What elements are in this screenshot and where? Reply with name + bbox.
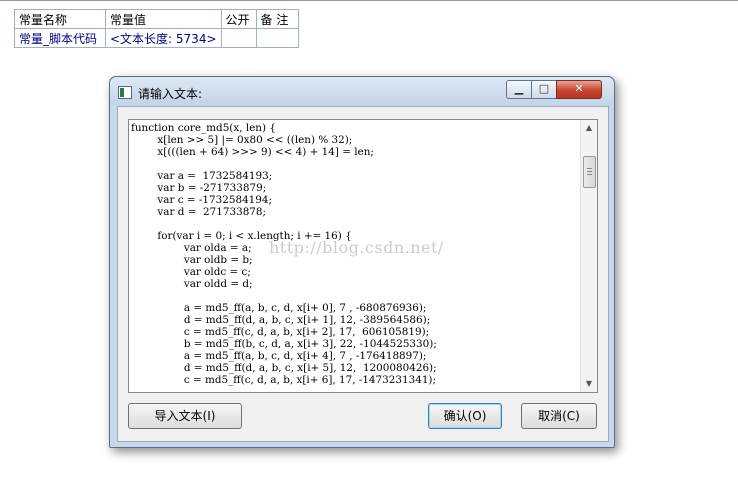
confirm-button[interactable]: 确认(O)	[428, 403, 502, 429]
column-header-name[interactable]: 常量名称	[14, 9, 106, 29]
minimize-button[interactable]: ▁	[506, 80, 532, 99]
cell-constant-name[interactable]: 常量_脚本代码	[14, 28, 106, 48]
grip-line	[587, 168, 592, 169]
dialog-titlebar[interactable]: 请输入文本: ▁ □ ✕	[110, 77, 614, 105]
column-header-note[interactable]: 备 注	[255, 9, 299, 29]
dialog-body: function core_md5(x, len) { x[len >> 5] …	[117, 106, 609, 442]
text-input-area[interactable]: function core_md5(x, len) { x[len >> 5] …	[128, 119, 598, 393]
scroll-down-arrow-icon[interactable]: ▼	[581, 376, 597, 392]
scroll-thumb[interactable]	[583, 156, 596, 188]
cancel-button[interactable]: 取消(C)	[521, 403, 597, 429]
app-icon	[118, 86, 132, 99]
scroll-up-arrow-icon[interactable]: ▲	[581, 120, 597, 136]
column-header-public[interactable]: 公开	[220, 9, 257, 29]
watermark: http://blog.csdn.net/	[269, 238, 444, 257]
grip-line	[587, 174, 592, 175]
table-header-row: 常量名称 常量值 公开 备 注	[14, 9, 299, 29]
cell-note[interactable]	[255, 28, 299, 48]
cell-constant-value[interactable]: <文本长度: 5734>	[105, 28, 222, 48]
column-header-value[interactable]: 常量值	[105, 9, 222, 29]
import-text-button[interactable]: 导入文本(I)	[128, 403, 242, 429]
table-row[interactable]: 常量_脚本代码 <文本长度: 5734>	[14, 28, 299, 48]
dialog-title: 请输入文本:	[138, 87, 203, 101]
grip-line	[587, 171, 592, 172]
close-button[interactable]: ✕	[556, 80, 602, 99]
vertical-scrollbar[interactable]: ▲ ▼	[580, 120, 597, 392]
input-text-dialog: 请输入文本: ▁ □ ✕ function core_md5(x, len) {…	[109, 76, 615, 448]
maximize-button[interactable]: □	[531, 80, 557, 99]
top-divider	[0, 0, 738, 1]
constants-table: 常量名称 常量值 公开 备 注 常量_脚本代码 <文本长度: 5734>	[14, 9, 299, 48]
cell-public[interactable]	[220, 28, 257, 48]
